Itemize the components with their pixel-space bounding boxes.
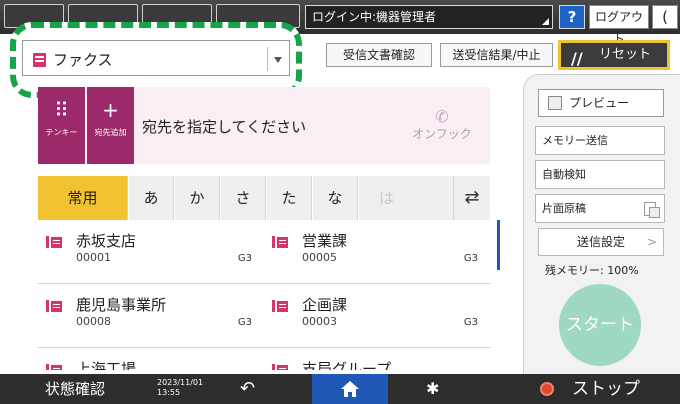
send-settings-label: 送信設定: [576, 235, 625, 249]
entry-name: 上海工場: [76, 360, 137, 370]
fax-destination-icon: [272, 236, 288, 248]
app-selector-dropdown[interactable]: ファクス: [22, 40, 290, 76]
start-button[interactable]: スタート: [559, 284, 641, 366]
tab-ka[interactable]: か: [175, 176, 220, 220]
entry-line: G3: [237, 317, 252, 328]
keypad-icon: ⠿: [54, 98, 69, 122]
reset-label: リセット: [599, 47, 652, 62]
preview-toggle[interactable]: プレビュー: [538, 89, 664, 117]
keypad-label: テンキー: [45, 128, 78, 137]
list-item[interactable]: 支局グループ 00012: [264, 348, 490, 370]
stop-icon: [540, 382, 554, 396]
list-item[interactable]: 営業課 00005 G3: [264, 220, 490, 284]
chevron-right-icon: >: [646, 235, 657, 249]
plus-icon: +: [102, 98, 119, 122]
date-text: 2023/11/01: [157, 378, 204, 387]
index-tabs: 常用 あ か さ た な は ⇄: [38, 176, 490, 220]
fax-destination-icon: [46, 364, 62, 370]
entry-name: 営業課: [302, 232, 348, 250]
add-destination-button[interactable]: + 宛先追加: [87, 87, 134, 164]
fax-destination-icon: [46, 300, 62, 312]
entry-line: G3: [463, 253, 478, 264]
entry-name: 支局グループ: [302, 360, 392, 370]
reset-button[interactable]: // リセット: [558, 40, 670, 70]
login-status-text: ログイン中:機器管理者: [312, 10, 437, 24]
auto-detect-option[interactable]: 自動検知: [535, 160, 665, 189]
document-icon: [644, 202, 660, 218]
address-list: 赤坂支店 00001 G3 営業課 00005 G3 鹿児島事業所 00008 …: [38, 220, 490, 370]
preview-checkbox: [548, 96, 562, 110]
energy-saver-button[interactable]: (: [652, 5, 678, 29]
list-item[interactable]: 上海工場 00010 G3: [38, 348, 264, 370]
back-icon[interactable]: ↶: [240, 374, 255, 404]
keypad-button[interactable]: ⠿ テンキー: [38, 87, 85, 164]
bottom-bar: 状態確認 2023/11/01 13:55 ↶ ✱ ストップ: [0, 374, 680, 404]
fax-icon: [33, 53, 46, 67]
date-time: 2023/11/01 13:55: [157, 378, 203, 398]
stop-button[interactable]: ストップ: [528, 374, 680, 404]
add-destination-label: 宛先追加: [94, 128, 127, 137]
list-scrollbar[interactable]: [497, 220, 500, 270]
memory-remaining: 残メモリー: 100%: [545, 264, 639, 277]
entry-line: G3: [463, 317, 478, 328]
status-check-button[interactable]: 状態確認: [0, 374, 150, 404]
destination-field[interactable]: ⠿ テンキー + 宛先追加 宛先を指定してください ✆ オンフック: [38, 87, 490, 164]
time-text: 13:55: [157, 388, 181, 397]
received-docs-button[interactable]: 受信文書確認: [326, 43, 432, 67]
list-item[interactable]: 企画課 00003 G3: [264, 284, 490, 348]
entry-number: 00008: [76, 315, 111, 328]
entry-name: 赤坂支店: [76, 232, 137, 250]
entry-number: 00001: [76, 251, 111, 264]
tab-ha[interactable]: は: [359, 176, 454, 220]
entry-number: 00003: [302, 315, 337, 328]
phone-icon: ✆: [435, 107, 449, 126]
stop-label: ストップ: [572, 379, 640, 399]
entry-line: G3: [237, 253, 252, 264]
fax-destination-icon: [46, 236, 62, 248]
tab-sa[interactable]: さ: [221, 176, 266, 220]
onhook-button[interactable]: ✆ オンフック: [402, 109, 482, 142]
fax-destination-icon: [272, 300, 288, 312]
destination-prompt: 宛先を指定してください: [142, 118, 307, 136]
entry-name: 鹿児島事業所: [76, 296, 167, 314]
expand-corner-icon: [542, 18, 549, 25]
memory-send-option[interactable]: メモリー送信: [535, 126, 665, 155]
login-status[interactable]: ログイン中:機器管理者: [305, 5, 553, 29]
preview-label: プレビュー: [569, 96, 630, 110]
send-results-button[interactable]: 送受信結果/中止: [440, 43, 553, 67]
reset-icon: //: [571, 49, 583, 68]
app-selector-label: ファクス: [53, 51, 113, 69]
group-destination-icon: [272, 364, 288, 370]
tab-favorites[interactable]: 常用: [38, 176, 128, 220]
single-side-option[interactable]: 片面原稿: [535, 194, 665, 223]
home-button[interactable]: [312, 374, 388, 404]
tab-a[interactable]: あ: [129, 176, 174, 220]
chevron-down-icon: [274, 57, 282, 63]
logout-button[interactable]: ログアウト: [589, 5, 649, 46]
entry-name: 企画課: [302, 296, 348, 314]
list-item[interactable]: 赤坂支店 00001 G3: [38, 220, 264, 284]
tab-ta[interactable]: た: [267, 176, 312, 220]
list-item[interactable]: 鹿児島事業所 00008 G3: [38, 284, 264, 348]
onhook-label: オンフック: [412, 127, 472, 141]
dropdown-divider: [267, 47, 268, 71]
home-icon: [341, 381, 359, 397]
gear-icon[interactable]: ✱: [426, 374, 439, 404]
tab-na[interactable]: な: [313, 176, 358, 220]
send-settings-button[interactable]: 送信設定 >: [538, 228, 664, 256]
entry-number: 00005: [302, 251, 337, 264]
help-button[interactable]: ?: [559, 5, 585, 29]
single-side-label: 片面原稿: [542, 202, 586, 215]
switch-index-icon[interactable]: ⇄: [454, 176, 490, 220]
